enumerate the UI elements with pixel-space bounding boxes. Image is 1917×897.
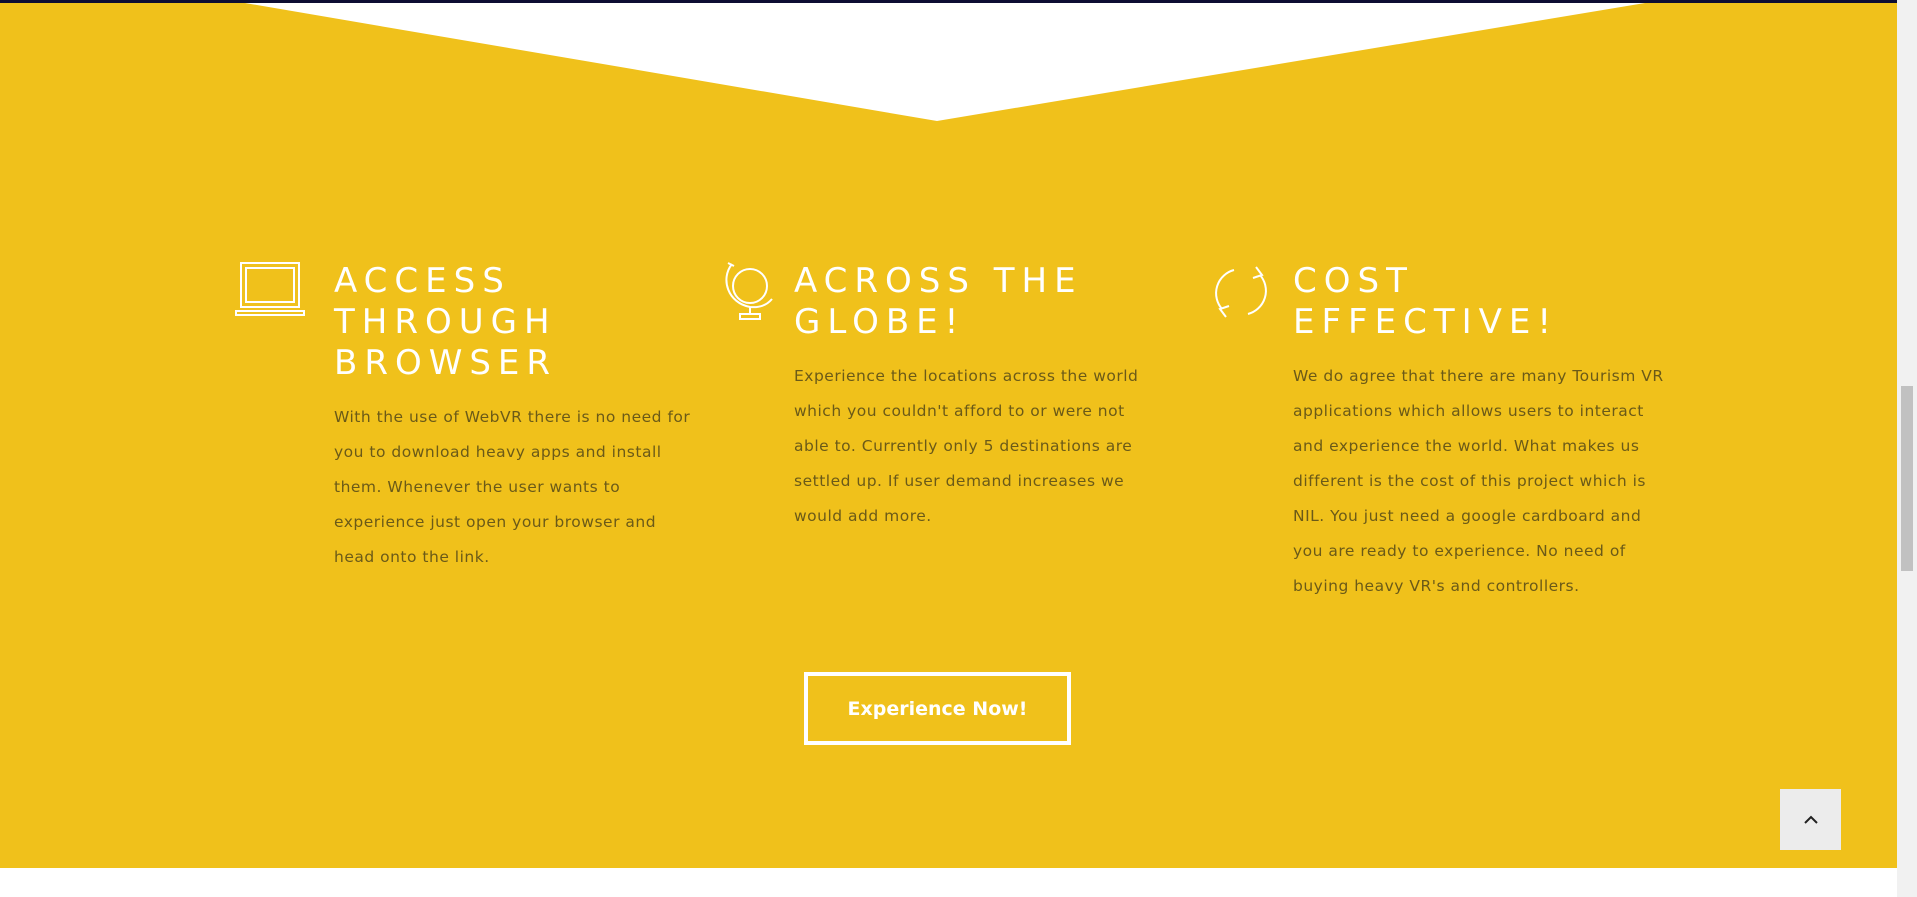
chevron-divider xyxy=(245,3,1645,121)
feature-title: ACCESS THROUGH BROWSER xyxy=(334,261,558,383)
features-section: ACCESS THROUGH BROWSER With the use of W… xyxy=(0,3,1897,868)
feature-title: ACROSS THE GLOBE! xyxy=(794,261,1083,342)
scrollbar-thumb[interactable] xyxy=(1901,386,1913,571)
back-to-top-button[interactable] xyxy=(1780,789,1841,850)
chevron-up-icon xyxy=(1803,815,1818,824)
refresh-icon xyxy=(1215,266,1267,318)
feature-description: Experience the locations across the worl… xyxy=(794,367,1139,525)
laptop-icon xyxy=(235,262,305,316)
feature-description: With the use of WebVR there is no need f… xyxy=(334,408,691,566)
feature-description: We do agree that there are many Tourism … xyxy=(1293,367,1664,595)
experience-now-button[interactable]: Experience Now! xyxy=(804,672,1071,745)
page-scrollbar[interactable] xyxy=(1897,0,1917,897)
feature-title: COST EFFECTIVE! xyxy=(1293,261,1558,342)
globe-icon xyxy=(725,262,773,320)
